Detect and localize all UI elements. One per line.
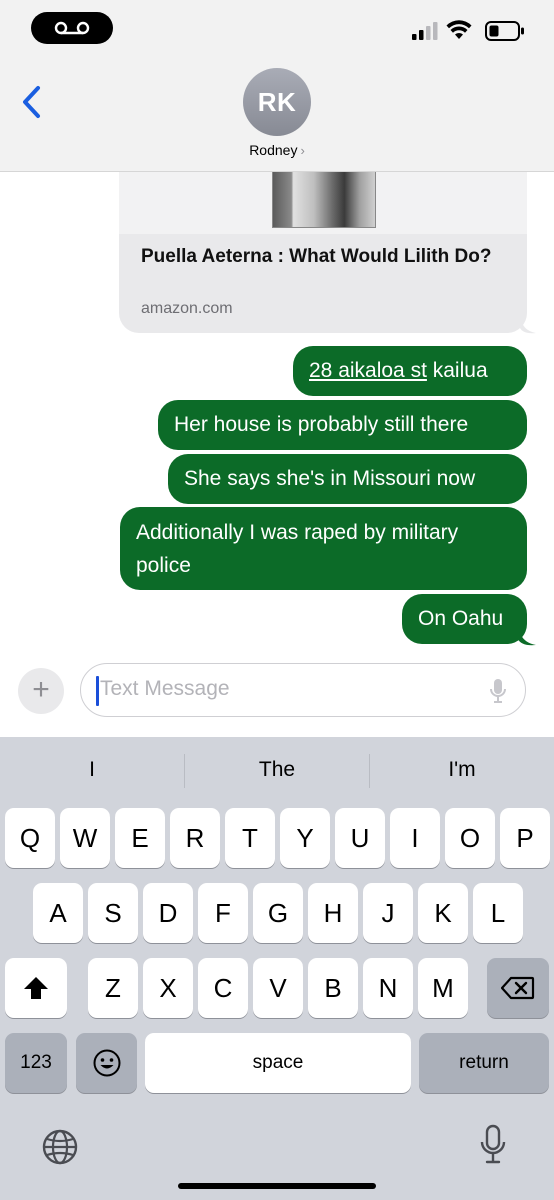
key-r[interactable]: R: [170, 808, 220, 868]
key-e[interactable]: E: [115, 808, 165, 868]
message-text: On Oahu: [418, 607, 504, 630]
link-preview-thumbnail: [272, 168, 376, 228]
shift-key[interactable]: [5, 958, 67, 1018]
key-v[interactable]: V: [253, 958, 303, 1018]
return-key[interactable]: return: [419, 1033, 549, 1093]
text-message-input[interactable]: Text Message: [80, 663, 526, 717]
key-c[interactable]: C: [198, 958, 248, 1018]
key-i[interactable]: I: [390, 808, 440, 868]
key-s[interactable]: S: [88, 883, 138, 943]
signal-icon: [412, 22, 438, 40]
battery-icon: [485, 21, 524, 41]
message-bubble[interactable]: On Oahu: [402, 594, 527, 644]
bubble-tail: [520, 316, 536, 334]
wifi-icon: [446, 20, 472, 39]
key-w[interactable]: W: [60, 808, 110, 868]
key-x[interactable]: X: [143, 958, 193, 1018]
link-preview-domain: amazon.com: [141, 300, 233, 317]
key-k[interactable]: K: [418, 883, 468, 943]
space-key[interactable]: space: [145, 1033, 411, 1093]
message-text: She says she's in Missouri now: [184, 467, 476, 490]
chevron-right-icon: ›: [300, 143, 305, 158]
message-bubble[interactable]: She says she's in Missouri now: [168, 454, 527, 504]
message-bubble[interactable]: Her house is probably still there: [158, 400, 527, 450]
message-text: Additionally I was raped by military pol…: [136, 521, 459, 577]
delete-icon: [500, 976, 535, 1000]
key-b[interactable]: B: [308, 958, 358, 1018]
key-j[interactable]: J: [363, 883, 413, 943]
key-f[interactable]: F: [198, 883, 248, 943]
conversation-header: RK Rodney ›: [0, 0, 554, 172]
globe-icon[interactable]: [41, 1128, 79, 1166]
voicemail-icon: [54, 21, 90, 35]
key-n[interactable]: N: [363, 958, 413, 1018]
home-indicator: [178, 1183, 376, 1189]
message-text: kailua: [426, 359, 488, 382]
link-preview-card[interactable]: Puella Aeterna : What Would Lilith Do? a…: [119, 150, 527, 333]
apps-plus-button[interactable]: +: [18, 668, 64, 714]
numbers-key[interactable]: 123: [5, 1033, 67, 1093]
key-q[interactable]: Q: [5, 808, 55, 868]
message-text: Her house is probably still there: [174, 413, 469, 436]
emoji-key[interactable]: [76, 1033, 137, 1093]
key-u[interactable]: U: [335, 808, 385, 868]
suggestion-3[interactable]: I'm: [370, 758, 554, 784]
contact-avatar[interactable]: RK: [243, 68, 311, 136]
microphone-icon[interactable]: [489, 678, 507, 704]
address-link[interactable]: 28 aikaloa st: [309, 359, 427, 382]
key-l[interactable]: L: [473, 883, 523, 943]
key-z[interactable]: Z: [88, 958, 138, 1018]
message-bubble-address[interactable]: 28 aikaloa st kailua: [293, 346, 527, 396]
key-g[interactable]: G: [253, 883, 303, 943]
key-o[interactable]: O: [445, 808, 495, 868]
voicemail-indicator[interactable]: [31, 12, 113, 44]
emoji-icon: [93, 1049, 120, 1077]
chevron-left-icon[interactable]: [18, 84, 46, 120]
text-cursor: [96, 676, 99, 706]
microphone-icon[interactable]: [478, 1124, 508, 1166]
suggestion-2[interactable]: The: [185, 758, 369, 784]
key-y[interactable]: Y: [280, 808, 330, 868]
key-t[interactable]: T: [225, 808, 275, 868]
bubble-tail: [518, 626, 536, 646]
message-bubble[interactable]: Additionally I was raped by military pol…: [120, 507, 527, 590]
suggestion-1[interactable]: I: [0, 758, 184, 784]
key-p[interactable]: P: [500, 808, 550, 868]
key-d[interactable]: D: [143, 883, 193, 943]
contact-name: Rodney: [249, 142, 298, 158]
input-placeholder: Text Message: [100, 677, 230, 700]
shift-icon: [24, 977, 48, 999]
key-h[interactable]: H: [308, 883, 358, 943]
key-a[interactable]: A: [33, 883, 83, 943]
key-m[interactable]: M: [418, 958, 468, 1018]
contact-name-button[interactable]: Rodney ›: [0, 142, 554, 158]
link-preview-title: Puella Aeterna : What Would Lilith Do?: [141, 246, 492, 267]
delete-key[interactable]: [487, 958, 549, 1018]
